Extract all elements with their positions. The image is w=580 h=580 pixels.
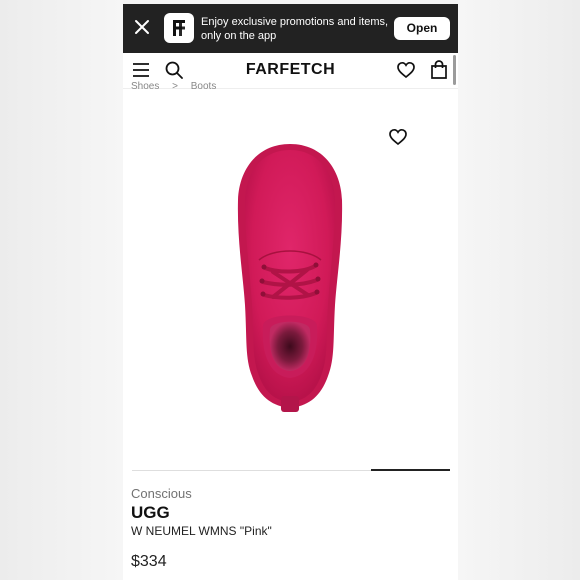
product-brand[interactable]: UGG [131, 503, 170, 523]
open-app-button[interactable]: Open [394, 17, 450, 40]
phone-screen: Enjoy exclusive promotions and items, on… [123, 4, 458, 580]
wishlist-icon[interactable] [397, 61, 415, 79]
banner-message: Enjoy exclusive promotions and items, on… [201, 16, 389, 42]
app-promo-banner: Enjoy exclusive promotions and items, on… [123, 4, 458, 53]
product-name: W NEUMEL WMNS "Pink" [131, 524, 272, 538]
product-price: $334 [131, 553, 167, 570]
background-left [0, 0, 123, 580]
background-right [458, 0, 580, 580]
add-to-wishlist-icon[interactable] [389, 128, 407, 146]
product-image[interactable] [123, 90, 458, 470]
close-icon[interactable] [133, 18, 151, 36]
conscious-tag: Conscious [131, 486, 192, 501]
gallery-progress-indicator [371, 469, 450, 471]
search-icon[interactable] [165, 61, 183, 79]
menu-icon[interactable] [132, 62, 150, 78]
scrollbar[interactable] [453, 55, 456, 85]
boot-illustration [237, 144, 343, 412]
brand-logo[interactable]: FARFETCH [223, 61, 358, 79]
bag-icon[interactable] [430, 60, 448, 79]
farfetch-app-logo [164, 13, 194, 43]
